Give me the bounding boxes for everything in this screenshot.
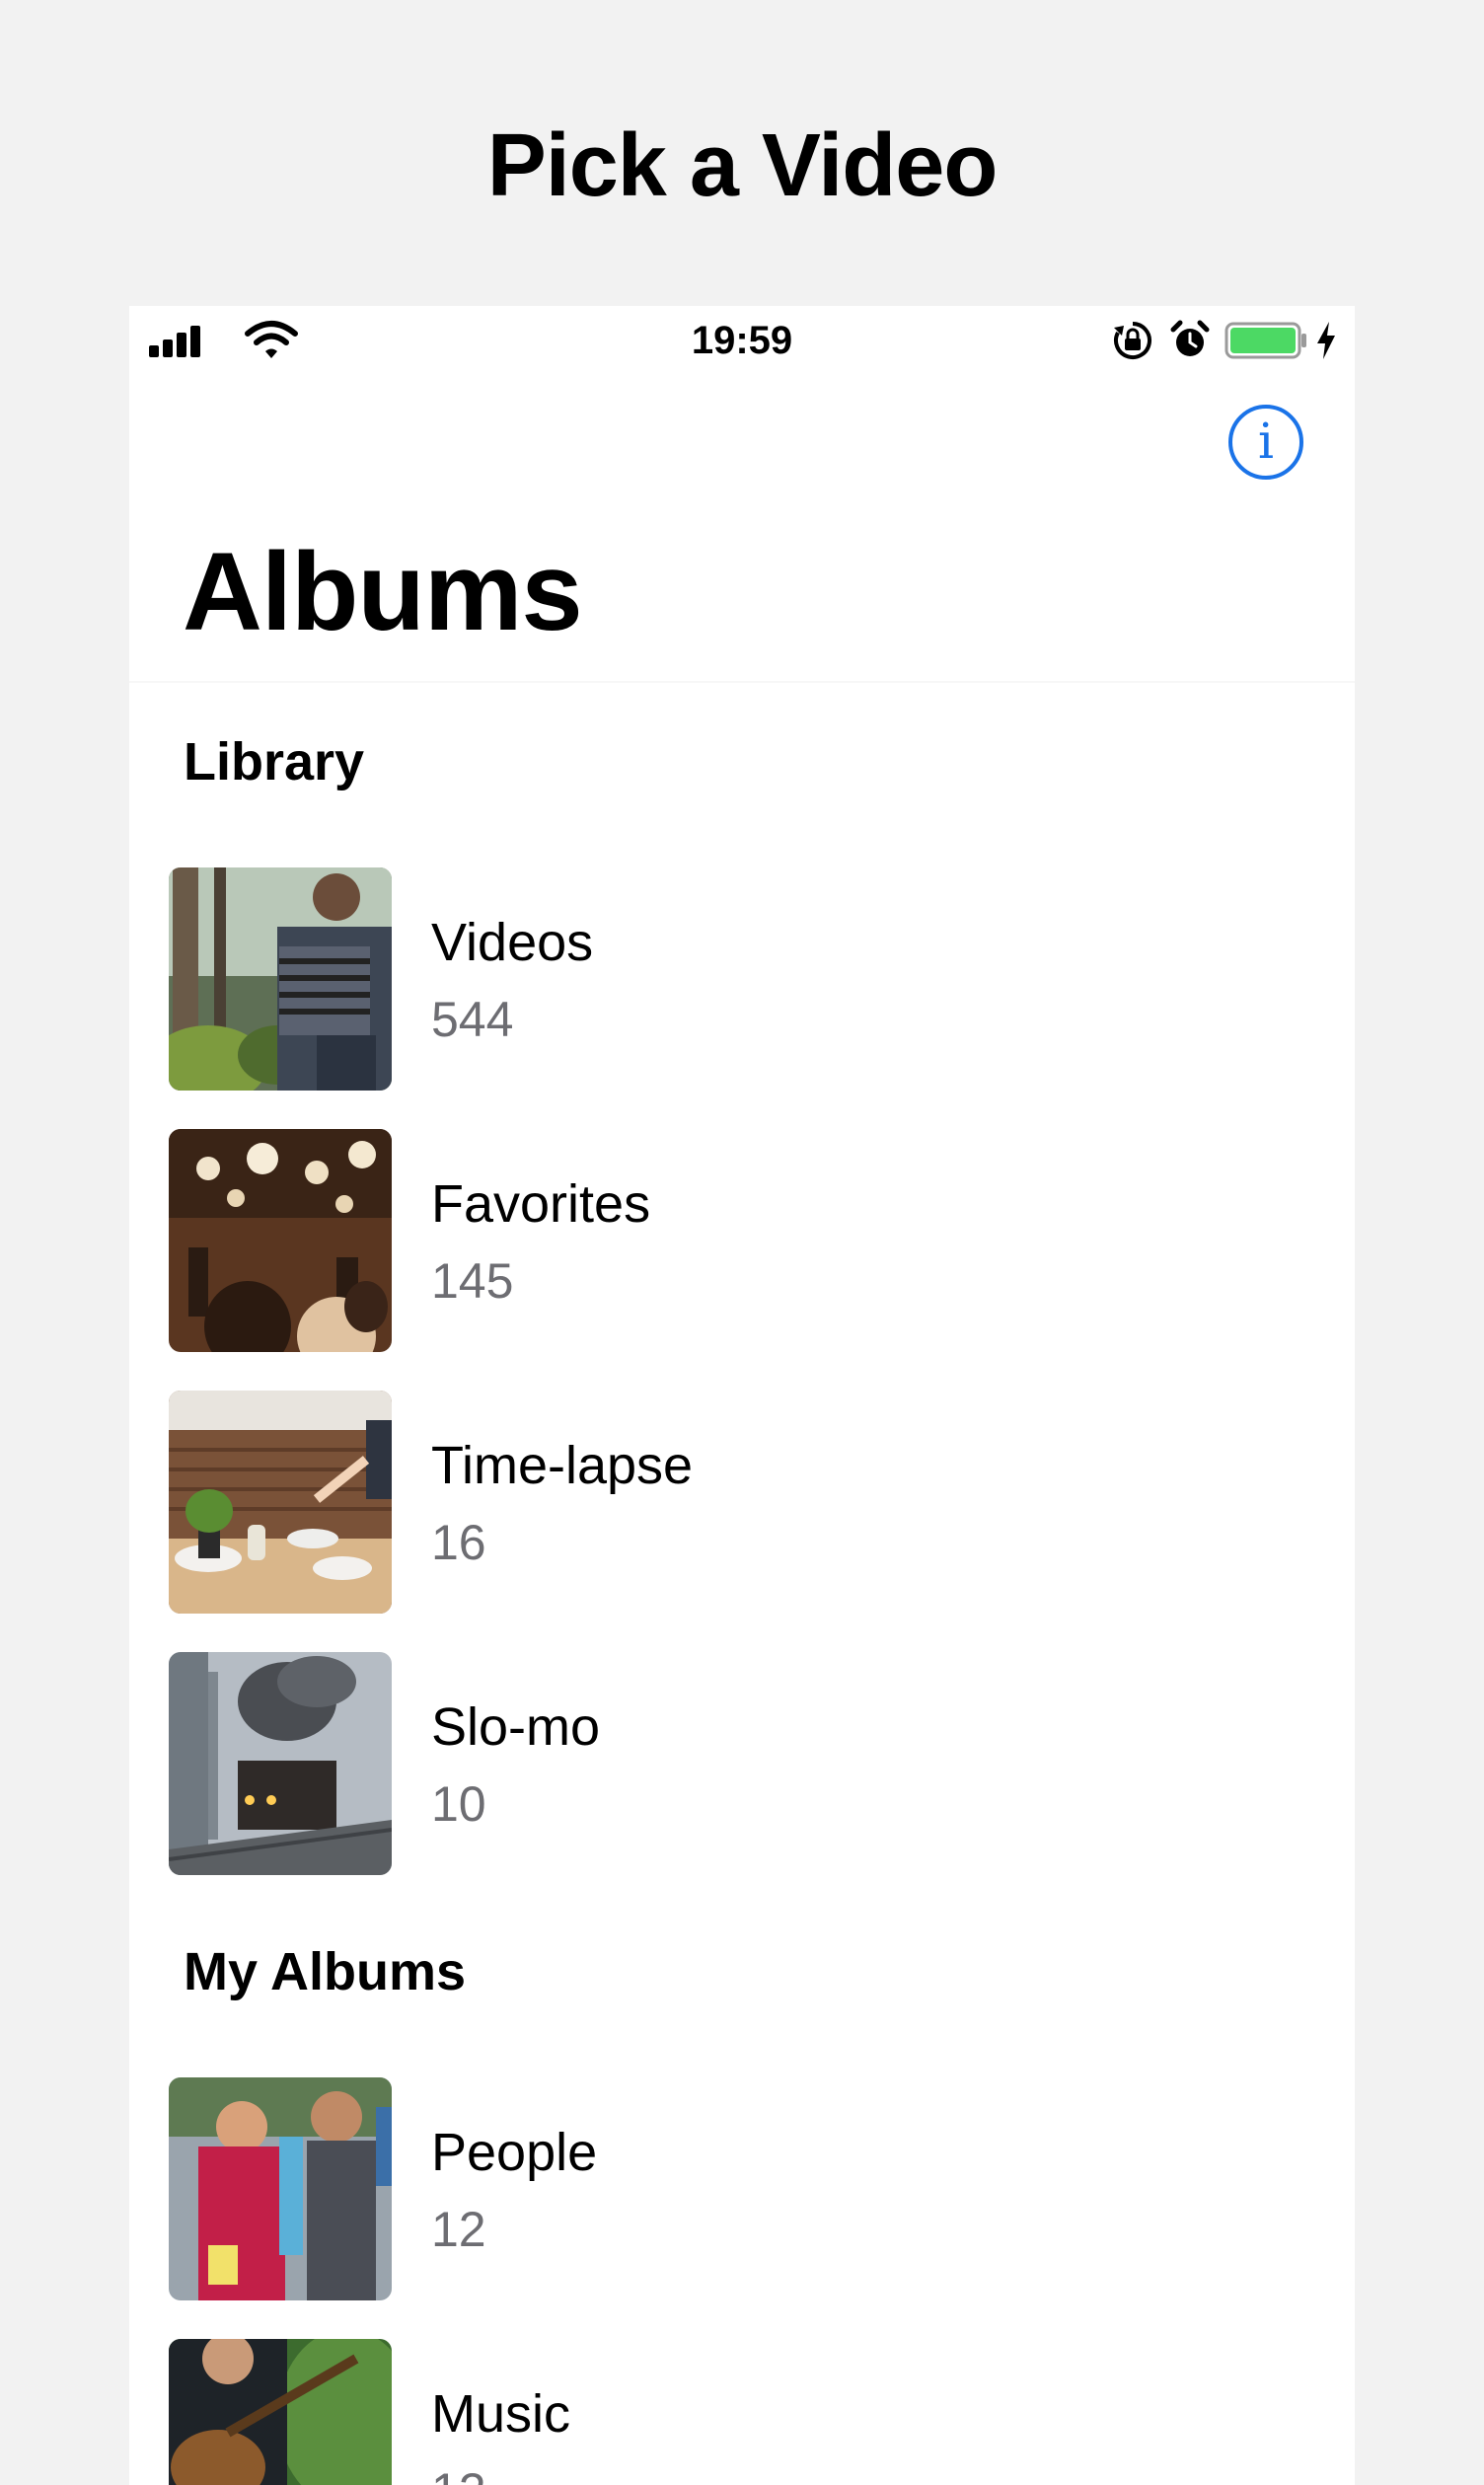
section-header-library: Library [184,732,365,791]
alarm-clock-icon [1170,320,1210,356]
album-name: Slo-mo [431,1697,601,1757]
album-count: 12 [431,2461,486,2485]
page-title: Pick a Video [486,116,999,215]
album-name: Music [431,2384,571,2444]
album-name: Favorites [431,1174,651,1234]
album-name: Videos [431,913,594,972]
album-row-favorites[interactable]: Favorites 145 [169,1129,1313,1352]
album-count: 145 [431,1253,514,1309]
album-count: 12 [431,2202,486,2257]
album-count: 16 [431,1515,486,1570]
album-row-slo-mo[interactable]: Slo-mo 10 [169,1652,1313,1875]
album-count: 544 [431,992,514,1047]
album-count: 10 [431,1776,486,1832]
album-row-videos[interactable]: Videos 544 [169,867,1313,1091]
album-row-people[interactable]: People 12 [169,2077,1313,2300]
album-thumbnail [169,1652,392,1875]
albums-title: Albums [183,530,583,653]
album-row-music[interactable]: Music 12 [169,2339,1313,2485]
album-thumbnail [169,1391,392,1614]
phone-screen: 19:59 i Albums Library Videos 544 Favori… [129,306,1355,2485]
album-thumbnail [169,2077,392,2300]
status-bar: 19:59 [129,306,1355,375]
album-thumbnail [169,2339,392,2485]
charging-bolt-icon [1317,322,1335,359]
album-row-time-lapse[interactable]: Time-lapse 16 [169,1391,1313,1614]
album-thumbnail [169,867,392,1091]
header-divider [129,681,1355,683]
section-header-my-albums: My Albums [184,1942,467,2001]
album-thumbnail [169,1129,392,1352]
album-name: People [431,2123,598,2182]
rotation-lock-icon [1114,322,1151,359]
album-name: Time-lapse [431,1436,694,1495]
battery-icon [1224,322,1306,359]
info-button[interactable]: i [1228,405,1303,480]
